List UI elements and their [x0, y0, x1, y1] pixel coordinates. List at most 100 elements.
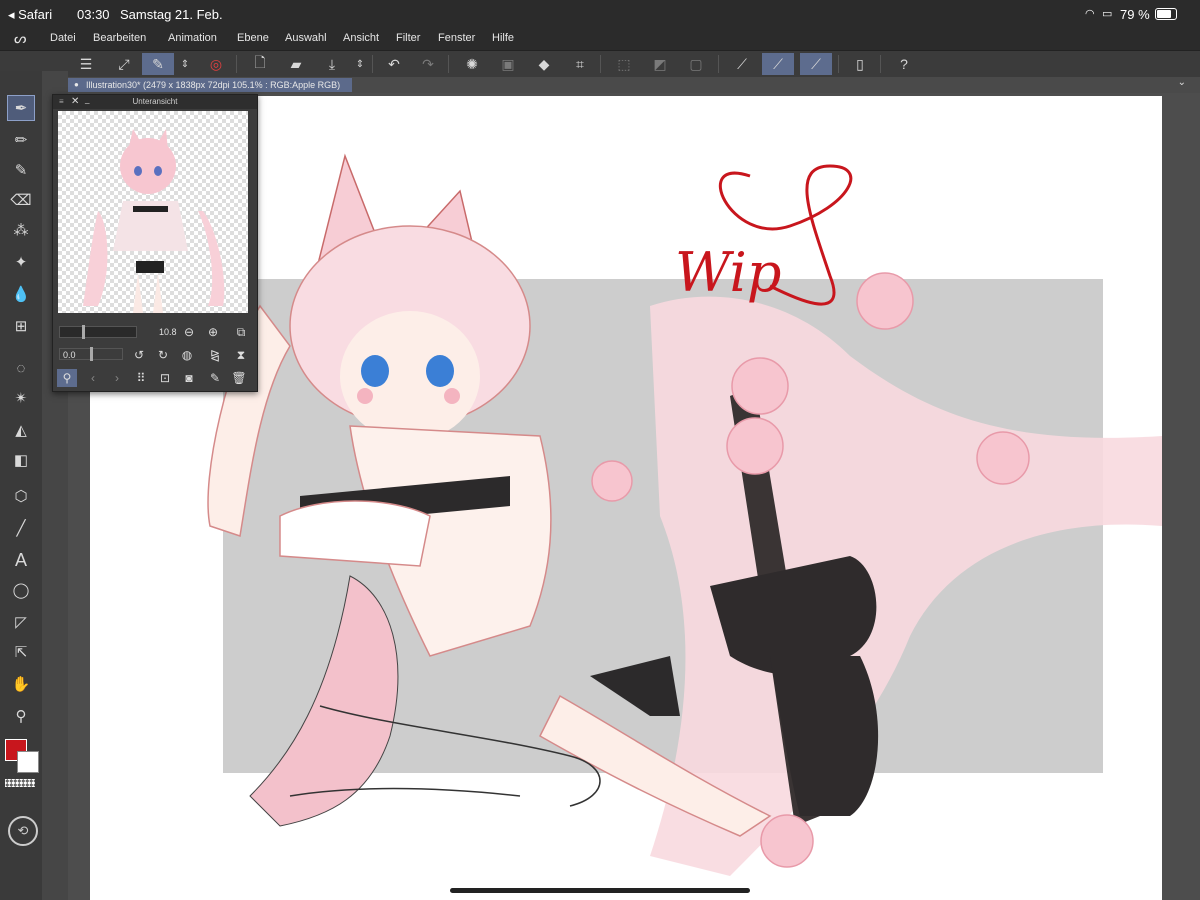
chevron-right-icon[interactable]: ›: [109, 370, 125, 386]
balloon-tool-icon[interactable]: ◯: [7, 577, 35, 603]
edit-layer-icon[interactable]: ✎: [142, 53, 174, 75]
menu-hilfe[interactable]: Hilfe: [492, 32, 514, 44]
sync-icon[interactable]: ⟲: [8, 816, 38, 846]
chevron-down-icon[interactable]: ⌄: [1178, 77, 1186, 88]
camera-icon[interactable]: ◙: [181, 370, 197, 386]
zoom-out-icon[interactable]: ⊖: [181, 324, 197, 340]
invert-selection-icon[interactable]: ◩: [644, 53, 676, 75]
navigator-title: Unteransicht: [132, 97, 178, 106]
document-tab[interactable]: ● Illustration30* (2479 x 1838px 72dpi 1…: [68, 78, 352, 92]
wifi-icon: ◠: [1085, 8, 1095, 20]
pencil-tool-icon[interactable]: ✏: [7, 127, 35, 153]
menu-ebene[interactable]: Ebene: [237, 32, 269, 44]
chevron-left-icon[interactable]: ‹: [85, 370, 101, 386]
transform-icon[interactable]: ⌗: [564, 53, 596, 75]
sparkle-tool-icon[interactable]: ✦: [7, 249, 35, 275]
edit-icon[interactable]: ✎: [207, 370, 223, 386]
chevron-updown-icon[interactable]: ⇕: [175, 53, 195, 75]
eraser-tool-icon[interactable]: ⌫: [7, 187, 35, 213]
eyedropper-icon[interactable]: ⚲: [57, 369, 77, 387]
menu-filter[interactable]: Filter: [396, 32, 420, 44]
chevron-updown-icon-2[interactable]: ⇕: [350, 53, 370, 75]
rotation-slider[interactable]: [59, 347, 123, 361]
new-file-icon[interactable]: 🗋: [244, 53, 276, 75]
snap-grid-icon[interactable]: ⟋: [800, 53, 832, 75]
eyedropper-tool-icon[interactable]: ⚲: [7, 703, 35, 729]
operation-tool-icon[interactable]: ⬡: [7, 483, 35, 509]
flip-vertical-icon[interactable]: ⧗: [233, 347, 249, 363]
decoration-tool-icon[interactable]: ⁂: [7, 217, 35, 243]
auto-select-icon[interactable]: ✴: [7, 385, 35, 411]
hand-tool-icon[interactable]: ✋: [7, 671, 35, 697]
app-logo-icon[interactable]: ᔕ: [14, 30, 26, 47]
fill-bucket-icon[interactable]: ◭: [7, 417, 35, 443]
menu-animation[interactable]: Animation: [168, 32, 217, 44]
gradient-tool-icon[interactable]: ◧: [7, 447, 35, 473]
menu-auswahl[interactable]: Auswahl: [285, 32, 327, 44]
menu-fenster[interactable]: Fenster: [438, 32, 475, 44]
trash-icon[interactable]: 🗑: [231, 370, 247, 386]
selection-border-icon[interactable]: ▢: [680, 53, 712, 75]
status-date: Samstag 21. Feb.: [120, 7, 223, 22]
blend-tool-icon[interactable]: 💧: [7, 281, 35, 307]
fill-icon[interactable]: ◆: [528, 53, 560, 75]
add-image-icon[interactable]: ⊡: [157, 370, 173, 386]
back-app-label: Safari: [18, 7, 53, 22]
resize-icon[interactable]: ⤢: [108, 53, 140, 75]
flip-horizontal-icon[interactable]: ⧎: [207, 347, 223, 363]
navigator-thumbnail[interactable]: [58, 111, 248, 313]
document-tab-bar: ● Illustration30* (2479 x 1838px 72dpi 1…: [68, 77, 1200, 93]
drag-handle-icon[interactable]: ≡: [59, 95, 64, 109]
redo-icon[interactable]: ↷: [412, 53, 444, 75]
rotate-left-icon[interactable]: ↺: [131, 347, 147, 363]
rotate-right-icon[interactable]: ↻: [155, 347, 171, 363]
status-time: 03:30: [77, 7, 110, 22]
transparent-color-swatch[interactable]: [5, 779, 35, 787]
figure-tool-icon[interactable]: ⊞: [7, 313, 35, 339]
menu-bearbeiten[interactable]: Bearbeiten: [93, 32, 146, 44]
close-icon[interactable]: ✕: [71, 95, 79, 109]
navigator-header: ≡ ✕ _ Unteransicht: [53, 95, 257, 109]
frills: [279, 500, 431, 567]
car-icon: ▭: [1102, 8, 1113, 20]
move-tool-icon[interactable]: ⇱: [7, 639, 35, 665]
ruler-snap-icon[interactable]: ⟋: [726, 53, 758, 75]
menu-datei[interactable]: Datei: [50, 32, 76, 44]
grid-icon[interactable]: ⠿: [133, 370, 149, 386]
clear-layer-icon[interactable]: ▣: [492, 53, 524, 75]
text-tool-icon[interactable]: A: [7, 547, 35, 573]
back-to-app-link[interactable]: ◂ Safari: [8, 7, 52, 23]
thumbnail-svg: [83, 129, 225, 313]
open-folder-icon[interactable]: ▰: [280, 53, 312, 75]
reset-rotation-icon[interactable]: ◍: [179, 347, 195, 363]
frame-tool-icon[interactable]: ◸: [7, 609, 35, 635]
brush-tool-icon[interactable]: ✎: [7, 157, 35, 183]
snap-special-ruler-icon[interactable]: ⟋: [762, 53, 794, 75]
save-icon[interactable]: ⤓: [316, 53, 348, 75]
tool-palette: ✒ ✏ ✎ ⌫ ⁂ ✦ 💧 ⊞ ◌ ✴ ◭ ◧ ⬡ ╱ A ◯ ◸ ⇱ ✋ ⚲ …: [0, 71, 43, 900]
eye-right: [426, 355, 454, 387]
lasso-tool-icon[interactable]: ◌: [7, 355, 35, 381]
line-tool-icon[interactable]: ╱: [7, 515, 35, 541]
tab-dot-icon: ●: [74, 80, 79, 89]
eye-left: [361, 355, 389, 387]
battery-percent: 79 %: [1120, 7, 1150, 22]
help-icon[interactable]: ?: [888, 53, 920, 75]
minimize-icon[interactable]: _: [85, 93, 89, 107]
wip-text: Wip: [675, 241, 781, 304]
sub-color-swatch[interactable]: [17, 751, 39, 773]
fit-view-icon[interactable]: ⧉: [233, 324, 249, 340]
zoom-in-icon[interactable]: ⊕: [205, 324, 221, 340]
zoom-value: 10.8: [159, 327, 177, 337]
undo-icon[interactable]: ↶: [378, 53, 410, 75]
home-indicator[interactable]: [450, 888, 750, 893]
zoom-slider[interactable]: [59, 325, 137, 339]
smartphone-icon[interactable]: ▯: [844, 53, 876, 75]
loading-spinner-icon[interactable]: ✺: [456, 53, 488, 75]
hamburger-menu-icon[interactable]: ☰: [70, 53, 102, 75]
panties: [590, 656, 680, 716]
spiral-icon[interactable]: ◎: [200, 53, 232, 75]
pen-tool-icon[interactable]: ✒: [7, 95, 35, 121]
menu-ansicht[interactable]: Ansicht: [343, 32, 379, 44]
select-none-icon[interactable]: ⬚: [608, 53, 640, 75]
